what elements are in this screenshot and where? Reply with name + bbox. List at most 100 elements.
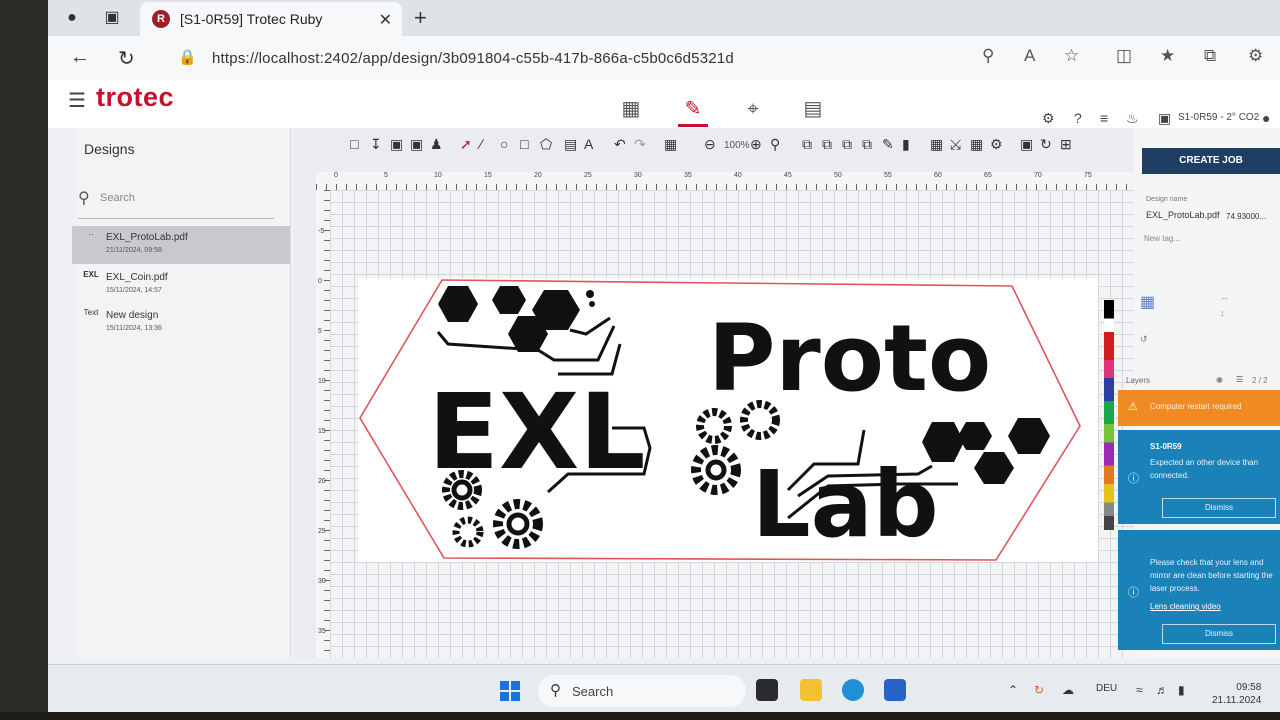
edge-browser-icon[interactable] [842, 679, 864, 701]
notification-bell-icon[interactable]: ♨ [1126, 110, 1139, 127]
flip-vertical-icon[interactable]: ↕ [1220, 308, 1225, 318]
ruler-h-label: 35 [684, 172, 692, 179]
lock-icon[interactable]: 🔒 [178, 48, 197, 66]
design-edit-icon[interactable]: ✎ [678, 94, 708, 127]
reload-icon[interactable]: ↻ [118, 46, 135, 71]
file-explorer-icon[interactable] [800, 679, 822, 701]
workpiece[interactable]: EXL Proto Lab [358, 278, 1098, 562]
rectangle-tool-icon[interactable]: □ [520, 136, 528, 152]
crop-icon[interactable]: ⊞ [1060, 136, 1072, 153]
designs-search[interactable]: ⚲ Search [78, 188, 274, 219]
extensions-icon[interactable]: ⚙ [1248, 46, 1263, 66]
distribute-icon[interactable]: ▦ [930, 136, 943, 153]
zoom-fit-icon[interactable]: ⚲ [770, 136, 780, 153]
zoom-level[interactable]: 100% [724, 140, 750, 151]
line-tool-icon[interactable]: ∕ [480, 136, 482, 152]
back-icon[interactable]: ← [70, 46, 90, 69]
refresh-icon[interactable]: ↻ [1040, 136, 1052, 153]
dismiss-button[interactable]: Dismiss [1162, 624, 1276, 644]
design-list-item[interactable]: EXL EXL_Coin.pdf 15/11/2024, 14:57 [72, 266, 290, 304]
design-name-value[interactable]: EXL_ProtoLab.pdf [1146, 210, 1220, 220]
redo-icon[interactable]: ↷ [634, 136, 646, 153]
sync-icon[interactable]: ↻ [1034, 683, 1044, 697]
list-icon[interactable]: ≡ [1100, 110, 1108, 126]
read-aloud-icon[interactable]: A [1024, 46, 1035, 66]
user-icon[interactable]: ● [1262, 110, 1270, 126]
subtract-icon[interactable]: ⧉ [822, 136, 832, 153]
design-text-proto: Proto [708, 305, 991, 412]
dismiss-button[interactable]: Dismiss [1162, 498, 1276, 518]
language-indicator[interactable]: DEU [1096, 683, 1117, 694]
profile-icon[interactable]: ● [60, 6, 84, 30]
cloud-offline-icon[interactable]: ☁ [1062, 683, 1074, 697]
align-icon[interactable]: ▮ [902, 136, 910, 153]
pen-icon[interactable]: ✎ [882, 136, 894, 153]
url-text[interactable]: https://localhost:2402/app/design/3b0918… [212, 50, 734, 67]
favorite-star-icon[interactable]: ☆ [1064, 46, 1079, 66]
menu-icon[interactable]: ☰ [68, 88, 86, 113]
new-tab-icon[interactable]: + [414, 7, 427, 29]
zoom-out-icon[interactable]: ⊖ [704, 136, 716, 153]
user-stamp-icon[interactable]: ♟ [430, 136, 443, 153]
favorites-icon[interactable]: ★ [1160, 46, 1175, 66]
arrange-icon[interactable]: ▦ [664, 136, 677, 153]
lens-cleaning-video-link[interactable]: Lens cleaning video [1150, 602, 1221, 611]
undo-icon[interactable]: ↶ [614, 136, 626, 153]
intersect-icon[interactable]: ⧉ [842, 136, 852, 153]
flip-horizontal-icon[interactable]: ↔ [1220, 292, 1229, 302]
settings-icon[interactable]: ⚙ [1042, 110, 1055, 127]
clock[interactable]: 09:58 21.11.2024 [1212, 681, 1261, 707]
restart-warning-notification: ⚠ Computer restart required [1118, 390, 1280, 426]
text-tool-icon[interactable]: A [584, 136, 593, 152]
union-icon[interactable]: ⧉ [802, 136, 812, 153]
tray-chevron-icon[interactable]: ⌃ [1008, 683, 1018, 697]
gear-settings-icon[interactable]: ⚙ [990, 136, 1003, 153]
battery-icon[interactable]: ▮ [1178, 683, 1185, 697]
new-file-icon[interactable]: □ [350, 136, 358, 152]
camera-import-icon[interactable]: ▣ [410, 136, 423, 153]
close-tab-icon[interactable]: ✕ [379, 10, 392, 30]
design-date: 15/11/2024, 13:36 [106, 325, 162, 332]
zoom-icon[interactable]: ⚲ [982, 46, 994, 66]
design-artwork[interactable]: EXL Proto Lab [358, 278, 1098, 562]
design-list-item[interactable]: ·· EXL_ProtoLab.pdf 21/11/2024, 09:58 [72, 226, 290, 264]
save-icon[interactable]: ▣ [390, 136, 403, 153]
collections-icon[interactable]: ⧉ [1204, 46, 1216, 66]
volume-icon[interactable]: ♬ [1156, 683, 1168, 697]
exclude-icon[interactable]: ⧉ [862, 136, 872, 153]
device-label[interactable]: S1-0R59 - 2° CO2 [1178, 112, 1259, 123]
camera-icon[interactable]: ▣ [1020, 136, 1033, 153]
select-arrow-icon[interactable]: ➚ [460, 136, 472, 153]
zoom-in-icon[interactable]: ⊕ [750, 136, 762, 153]
wifi-icon[interactable]: ≈ [1136, 683, 1143, 697]
url-field[interactable]: 🔒 https://localhost:2402/app/design/3b09… [168, 42, 928, 74]
create-job-button[interactable]: CREATE JOB [1142, 148, 1280, 174]
image-tool-icon[interactable]: ▤ [564, 136, 577, 153]
grid-icon[interactable]: ▦ [616, 94, 646, 124]
split-screen-icon[interactable]: ◫ [1116, 46, 1132, 66]
node-edit-icon[interactable]: ⤩ [950, 136, 961, 153]
color-palette[interactable] [1104, 300, 1114, 530]
ruler-h-label: 75 [1084, 172, 1092, 179]
taskbar-search[interactable]: ⚲ Search [538, 675, 746, 707]
job-icon[interactable]: ▤ [798, 94, 828, 124]
layers-icon[interactable]: ☰ [1236, 375, 1243, 384]
tab-actions-icon[interactable]: ▣ [100, 6, 124, 30]
prepare-icon[interactable]: ⌖ [738, 94, 768, 124]
hatch-icon[interactable]: ▦ [970, 136, 983, 153]
search-placeholder[interactable]: Search [100, 192, 135, 204]
task-view-icon[interactable] [756, 679, 778, 701]
ellipse-tool-icon[interactable]: ○ [500, 136, 508, 152]
browser-tab[interactable]: R [S1-0R59] Trotec Ruby ✕ [140, 2, 402, 36]
new-tag-input[interactable]: New tag... [1144, 234, 1180, 243]
design-width-value[interactable]: 74.93000... [1226, 212, 1266, 221]
help-icon[interactable]: ? [1074, 110, 1082, 126]
design-canvas[interactable]: EXL Proto Lab [330, 190, 1134, 658]
rotate-icon[interactable]: ↺ [1140, 334, 1148, 345]
eye-icon[interactable]: ◉ [1216, 375, 1223, 384]
polygon-tool-icon[interactable]: ⬠ [540, 136, 552, 153]
position-grid-icon[interactable]: ▦ [1140, 292, 1155, 312]
design-list-item[interactable]: Text New design 15/11/2024, 13:36 [72, 304, 290, 342]
store-icon[interactable] [884, 679, 906, 701]
import-icon[interactable]: ↧ [370, 136, 382, 153]
